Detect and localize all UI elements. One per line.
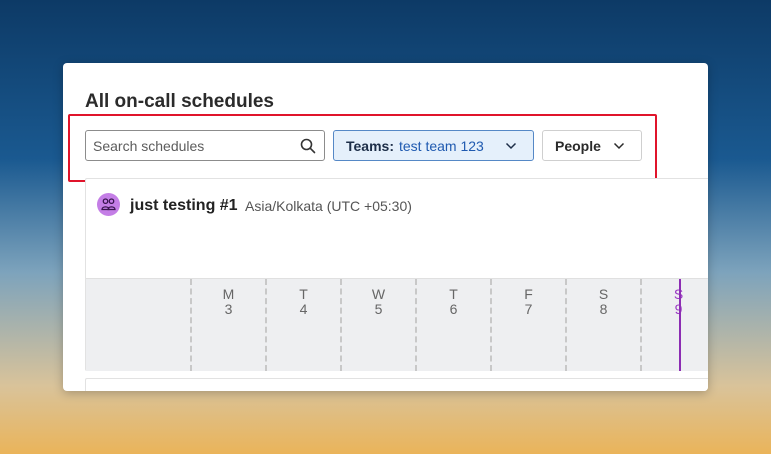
search-field[interactable] [85,130,325,161]
day-letter: T [449,286,458,302]
chevron-down-icon [505,142,517,150]
schedule-card[interactable] [85,378,708,391]
schedule-timeline[interactable]: M 3 T 4 W 5 T 6 F 7 S 8 [86,278,708,371]
day-date: 3 [224,301,233,317]
schedules-panel: All on-call schedules Teams: test team 1… [63,63,708,391]
people-filter-button[interactable]: People [542,130,642,161]
team-icon [101,198,116,211]
teams-filter-value: test team 123 [398,137,484,154]
day-letter: S [642,287,708,302]
day-date: 8 [599,301,608,317]
day-date: 9 [642,302,708,317]
day-date: 7 [524,301,533,317]
day-letter: M [222,286,235,302]
day-column: M 3 [190,279,265,371]
search-input[interactable] [86,131,296,160]
people-filter-label: People [555,137,601,154]
day-column: T 4 [265,279,340,371]
day-column: F 7 [490,279,565,371]
day-letter: F [524,286,533,302]
day-letter: T [299,286,308,302]
schedule-card[interactable]: just testing #1 Asia/Kolkata (UTC +05:30… [85,178,708,371]
schedule-name[interactable]: just testing #1 [130,197,238,215]
page-title: All on-call schedules [85,91,274,112]
day-letter: W [371,286,386,302]
day-column-today: S 9 [640,279,708,371]
day-date: 6 [449,301,458,317]
chevron-down-icon [613,142,625,150]
team-avatar [97,193,120,216]
search-icon[interactable] [300,138,316,154]
current-time-line [679,279,681,371]
teams-filter-label: Teams: [346,137,394,154]
day-date: 5 [374,301,383,317]
teams-filter-button[interactable]: Teams: test team 123 [333,130,534,161]
day-date: 4 [299,301,308,317]
schedule-timezone: Asia/Kolkata (UTC +05:30) [245,198,412,214]
day-column: T 6 [415,279,490,371]
day-column: W 5 [340,279,415,371]
day-column: S 8 [565,279,640,371]
day-letter: S [598,286,609,302]
